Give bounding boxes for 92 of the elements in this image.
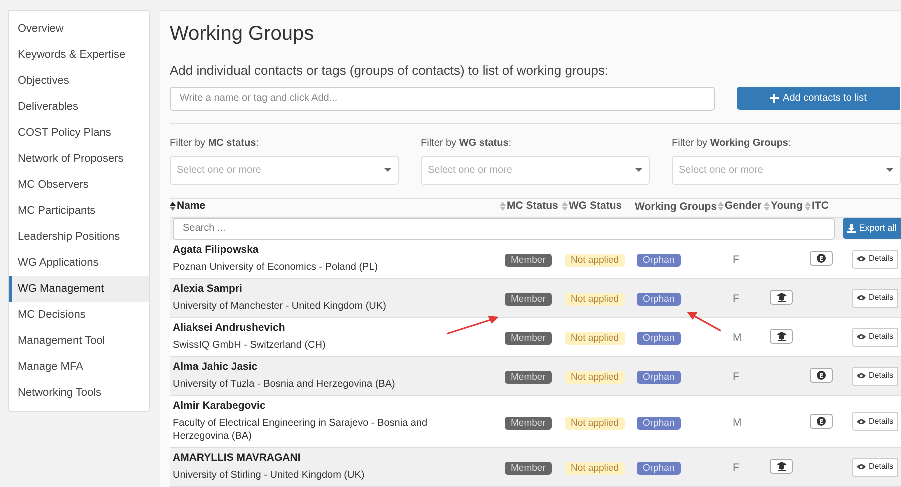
contact-affiliation: Poznan University of Economics - Poland (PL) (173, 261, 380, 274)
sidebar-item[interactable]: MC Decisions (9, 302, 149, 328)
eye-icon (857, 464, 866, 470)
mc-status-badge: Member (505, 371, 552, 384)
gender-text: F (733, 371, 740, 383)
wg-status-badge: Not applied (565, 254, 626, 267)
sidebar-item[interactable]: WG Management (9, 276, 149, 302)
details-button[interactable]: Details (852, 288, 898, 308)
gender-text: F (733, 462, 740, 474)
eye-icon (857, 295, 866, 301)
sort-icon (170, 202, 176, 211)
sidebar-item[interactable]: WG Applications (9, 250, 149, 276)
column-header[interactable]: Gender (718, 198, 762, 214)
filter-label: Filter by WG status: (421, 136, 513, 150)
details-button[interactable]: Details (852, 458, 898, 476)
contact-name: Alexia Sampri (173, 283, 242, 296)
gender-text: M (733, 416, 742, 428)
sidebar-item[interactable]: Deliverables (9, 94, 149, 120)
add-contacts-button[interactable]: Add contacts to list (737, 87, 900, 110)
wg-status-badge: Not applied (565, 416, 626, 430)
sidebar-item[interactable]: Manage MFA (9, 354, 149, 380)
gender-text: F (733, 254, 740, 266)
search-field[interactable]: Search ... (173, 218, 835, 240)
working-group-badge: Orphan (637, 462, 681, 475)
column-header[interactable]: Young (764, 198, 803, 214)
working-group-badge: Orphan (637, 371, 681, 384)
column-header[interactable]: WG Status (562, 198, 622, 214)
contact-affiliation: University of Tuzla - Bosnia and Herzegovina (BA) (173, 378, 396, 391)
wg-status-badge: Not applied (565, 462, 626, 475)
export-all-button[interactable]: Export all (843, 218, 901, 240)
working-group-badge: Orphan (637, 293, 681, 306)
caret-icon (635, 168, 643, 172)
contact-name: Alma Jahic Jasic (173, 361, 258, 374)
sidebar-item[interactable]: MC Participants (9, 198, 149, 224)
wg-status-badge: Not applied (565, 371, 626, 384)
mc-status-badge: Member (505, 416, 552, 430)
contact-name: Agata Filipowska (173, 244, 259, 257)
mc-status-badge: Member (505, 332, 552, 345)
download-icon (847, 224, 856, 234)
details-button[interactable]: Details (852, 328, 898, 346)
sidebar-item[interactable]: COST Policy Plans (9, 120, 149, 146)
contact-affiliation: Faculty of Electrical Engineering in Sarajevo - Bosnia and Herzegovina (BA) (173, 417, 429, 443)
sidebar-item[interactable]: Keywords & Expertise (9, 42, 149, 68)
details-button[interactable]: Details (852, 412, 898, 431)
contact-affiliation: SwissIQ GmbH - Switzerland (CH) (173, 339, 327, 352)
sort-icon (500, 202, 506, 211)
sort-icon (764, 202, 770, 211)
sort-icon (562, 202, 568, 211)
caret-icon (384, 168, 392, 172)
contact-name: Aliaksei Andrushevich (173, 322, 286, 335)
eye-icon (857, 256, 866, 262)
sidebar-item[interactable]: Management Tool (9, 328, 149, 354)
column-header[interactable]: Name (170, 198, 206, 214)
eye-icon (857, 334, 866, 340)
contact-name: AMARYLLIS MAVRAGANI (173, 452, 301, 465)
caret-icon (886, 168, 894, 172)
gender-text: M (733, 332, 742, 344)
column-header[interactable]: MC Status (500, 198, 558, 214)
sidebar-item[interactable]: Overview (9, 16, 149, 42)
sidebar-item[interactable]: Leadership Positions (9, 224, 149, 250)
annotation-arrow (686, 311, 722, 332)
working-group-badge: Orphan (637, 416, 681, 430)
gender-text: F (733, 293, 740, 305)
working-group-badge: Orphan (637, 254, 681, 267)
contact-name: Almir Karabegovic (173, 400, 266, 413)
contact-affiliation: University of Manchester - United Kingdom (UK) (173, 300, 388, 313)
working-group-badge: Orphan (637, 332, 681, 345)
mc-status-badge: Member (505, 462, 552, 475)
plus-icon (770, 94, 780, 103)
page-title: Working Groups (170, 22, 316, 47)
sidebar-item[interactable]: Networking Tools (9, 380, 149, 406)
filter-label: Filter by MC status: (170, 136, 260, 150)
sort-icon (805, 202, 811, 211)
details-button[interactable]: Details (852, 366, 898, 386)
sidebar-item[interactable]: Network of Proposers (9, 146, 149, 172)
column-header[interactable]: ITC (805, 198, 829, 214)
sidebar-item[interactable]: Objectives (9, 68, 149, 94)
mc-status-badge: Member (505, 254, 552, 267)
contact-input-field[interactable]: Write a name or tag and click Add... (170, 86, 715, 110)
sort-icon (718, 202, 724, 211)
filter-label: Filter by Working Groups: (672, 136, 792, 150)
eye-icon (857, 418, 866, 424)
annotation-arrow (446, 314, 500, 336)
contact-affiliation: University of Stirling - United Kingdom (UK) (173, 469, 366, 482)
details-button[interactable]: Details (852, 250, 898, 268)
eye-icon (857, 373, 866, 379)
wg-status-badge: Not applied (565, 332, 626, 345)
wg-status-badge: Not applied (565, 293, 626, 306)
add-contacts-label: Add individual contacts or tags (groups of contacts) to list of working groups: (170, 62, 610, 80)
sidebar-item[interactable]: MC Observers (9, 172, 149, 198)
mc-status-badge: Member (505, 293, 552, 306)
column-header: Working Groups (635, 200, 718, 215)
